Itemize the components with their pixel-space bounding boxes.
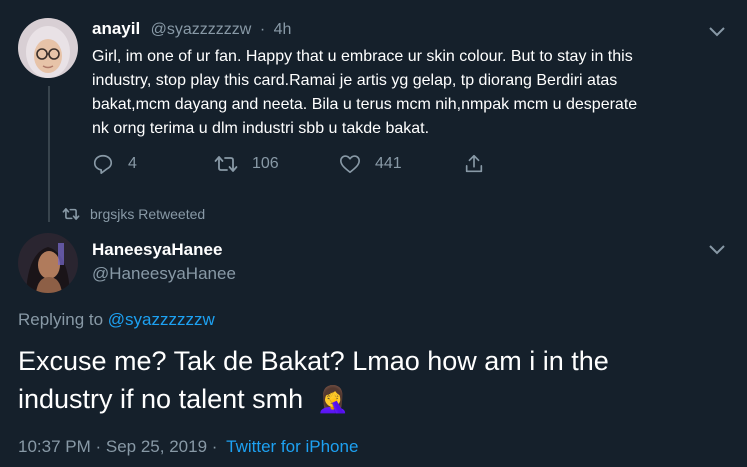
share-icon <box>465 154 483 173</box>
reply-separator: · <box>259 21 266 38</box>
retweet-context[interactable]: brgsjks Retweeted <box>62 206 205 222</box>
main-text-line-2: industry if no talent smh 🤦‍♀️ <box>18 380 738 418</box>
reply-tweet-header: anayil @syazzzzzzw · 4h <box>92 19 291 39</box>
retweet-small-icon <box>62 208 80 220</box>
tweet-source[interactable]: Twitter for iPhone <box>226 437 358 456</box>
main-tweet-text: Excuse me? Tak de Bakat? Lmao how am i i… <box>18 342 738 418</box>
replying-to-prefix: Replying to <box>18 310 104 329</box>
main-display-name[interactable]: HaneesyaHanee <box>92 240 222 260</box>
reply-button[interactable]: 4 <box>92 153 137 175</box>
thread-connector-line <box>48 86 50 222</box>
main-more-button[interactable] <box>709 242 725 260</box>
reply-text-line: Girl, im one of ur fan. Happy that u emb… <box>92 48 633 65</box>
main-text-line: Excuse me? Tak de Bakat? Lmao how am i i… <box>18 346 609 376</box>
tweet-meta: 10:37 PM · Sep 25, 2019 · Twitter for iP… <box>18 437 358 457</box>
like-count: 441 <box>375 155 402 172</box>
replying-to-handle[interactable]: @syazzzzzzw <box>108 310 215 329</box>
avatar-anayil-image <box>18 18 78 78</box>
reply-text-line: nk orng terima u dlm industri sbb u takd… <box>92 120 430 137</box>
share-button[interactable] <box>463 153 485 175</box>
tweet-timestamp[interactable]: 10:37 PM · Sep 25, 2019 · <box>18 437 217 456</box>
like-icon <box>340 155 360 174</box>
reply-more-button[interactable] <box>709 24 725 42</box>
retweet-context-label: brgsjks Retweeted <box>90 206 206 222</box>
reply-time[interactable]: 4h <box>274 21 292 38</box>
chevron-down-icon <box>709 27 725 37</box>
like-button[interactable]: 441 <box>339 153 402 175</box>
chevron-down-icon <box>709 245 725 255</box>
facepalm-emoji: 🤦‍♀️ <box>316 384 350 414</box>
avatar-haneesyahanee-image <box>18 233 78 293</box>
main-text-line: industry if no talent smh <box>18 384 304 414</box>
reply-icon <box>93 154 113 174</box>
avatar-haneesyahanee[interactable] <box>18 233 78 293</box>
reply-text-line: industry, stop play this card.Ramai je a… <box>92 72 618 89</box>
retweet-button[interactable]: 106 <box>214 153 279 175</box>
main-handle[interactable]: @HaneesyaHanee <box>92 264 236 284</box>
retweet-icon <box>214 156 238 172</box>
reply-tweet-text: Girl, im one of ur fan. Happy that u emb… <box>92 45 732 141</box>
reply-text-line: bakat,mcm dayang and neeta. Bila u terus… <box>92 96 638 113</box>
retweet-count: 106 <box>252 155 279 172</box>
reply-handle[interactable]: @syazzzzzzw <box>151 21 252 38</box>
replying-to-line: Replying to @syazzzzzzw <box>18 310 215 330</box>
reply-display-name[interactable]: anayil <box>92 19 140 38</box>
avatar-anayil[interactable] <box>18 18 78 78</box>
reply-count: 4 <box>128 155 137 172</box>
